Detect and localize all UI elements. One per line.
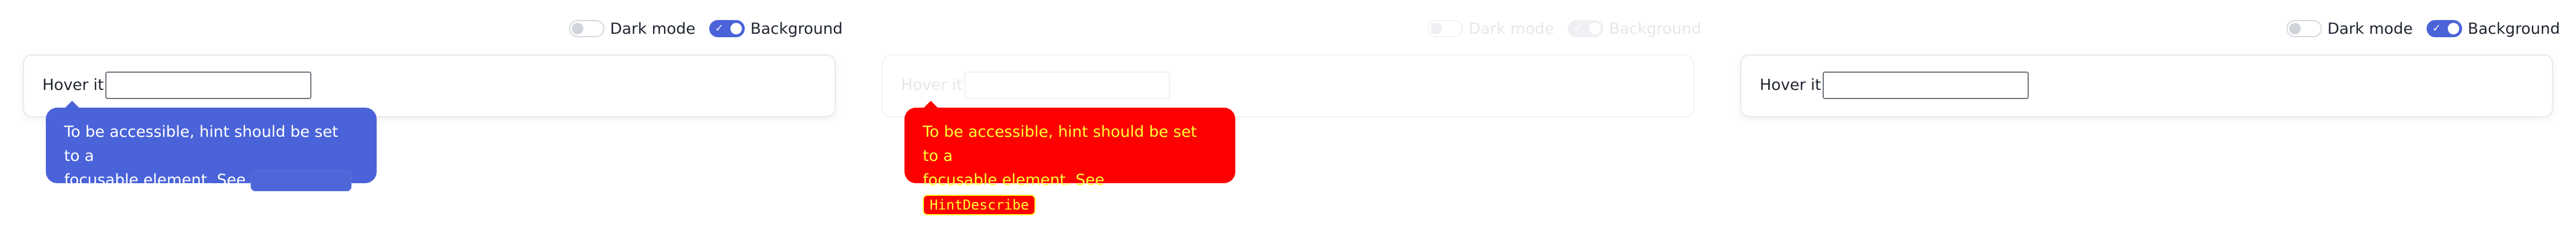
panel-default: Dark mode ✓ Background Hover it! To be a… [0, 0, 859, 229]
dark-mode-toggle[interactable] [2286, 20, 2322, 37]
panel-error: Dark mode ✓ Background Hover it! To be a… [859, 0, 1717, 229]
dark-mode-toggle[interactable] [568, 20, 605, 37]
hint-text-line2: focusable element. See [64, 171, 251, 189]
toggle-knob [571, 23, 583, 34]
toggle-knob [730, 23, 742, 34]
hint-tooltip: To be accessible, hint should be set to … [46, 101, 377, 191]
hint-tooltip-error: To be accessible, hint should be set to … [904, 101, 1235, 215]
check-icon: ✓ [1573, 22, 1583, 34]
toggle-knob [1589, 23, 1601, 34]
toggle-knob [2289, 23, 2301, 34]
dark-mode-label: Dark mode [610, 19, 696, 38]
dark-mode-toggle[interactable] [1427, 20, 1463, 37]
hint-code-link[interactable]: HintDescribe [923, 194, 1036, 215]
hover-input[interactable] [964, 72, 1170, 99]
check-icon: ✓ [714, 22, 724, 34]
hint-code-link[interactable] [250, 170, 351, 191]
background-label: Background [2467, 19, 2560, 38]
toggle-knob [2447, 23, 2459, 34]
display-controls: Dark mode ✓ Background [1427, 16, 1701, 41]
tooltip-arrow [924, 101, 938, 108]
dark-mode-control: Dark mode [568, 19, 696, 38]
hover-label: Hover it! [1760, 76, 1828, 94]
hover-label: Hover it! [42, 76, 110, 94]
hover-input[interactable] [1823, 72, 2029, 99]
demo-card: Hover it! [1740, 54, 2553, 117]
hint-text-line2: focusable element. See [923, 171, 1105, 189]
background-control: ✓ Background [709, 20, 843, 38]
background-control: ✓ Background [1567, 19, 1701, 38]
background-label: Background [750, 19, 843, 38]
background-toggle[interactable]: ✓ [2426, 20, 2462, 37]
display-controls: Dark mode ✓ Background [2286, 16, 2560, 41]
background-label: Background [1609, 19, 1701, 38]
tooltip-arrow [65, 101, 79, 108]
dark-mode-label: Dark mode [2327, 19, 2413, 38]
background-control: ✓ Background [2426, 19, 2560, 38]
hover-label: Hover it! [901, 76, 969, 94]
dark-mode-label: Dark mode [1468, 19, 1554, 38]
background-toggle[interactable]: ✓ [709, 20, 745, 37]
dark-mode-control: Dark mode [1427, 19, 1554, 38]
check-icon: ✓ [2432, 22, 2441, 34]
display-controls: Dark mode ✓ Background [568, 16, 843, 41]
hint-text-line1: To be accessible, hint should be set to … [923, 123, 1197, 165]
toggle-knob [1430, 23, 1442, 34]
background-toggle[interactable]: ✓ [1567, 20, 1603, 37]
panel-idle: Dark mode ✓ Background Hover it! [1717, 0, 2576, 229]
dark-mode-control: Dark mode [2286, 20, 2413, 38]
hover-input[interactable] [105, 72, 311, 99]
hint-text-line1: To be accessible, hint should be set to … [64, 123, 338, 165]
